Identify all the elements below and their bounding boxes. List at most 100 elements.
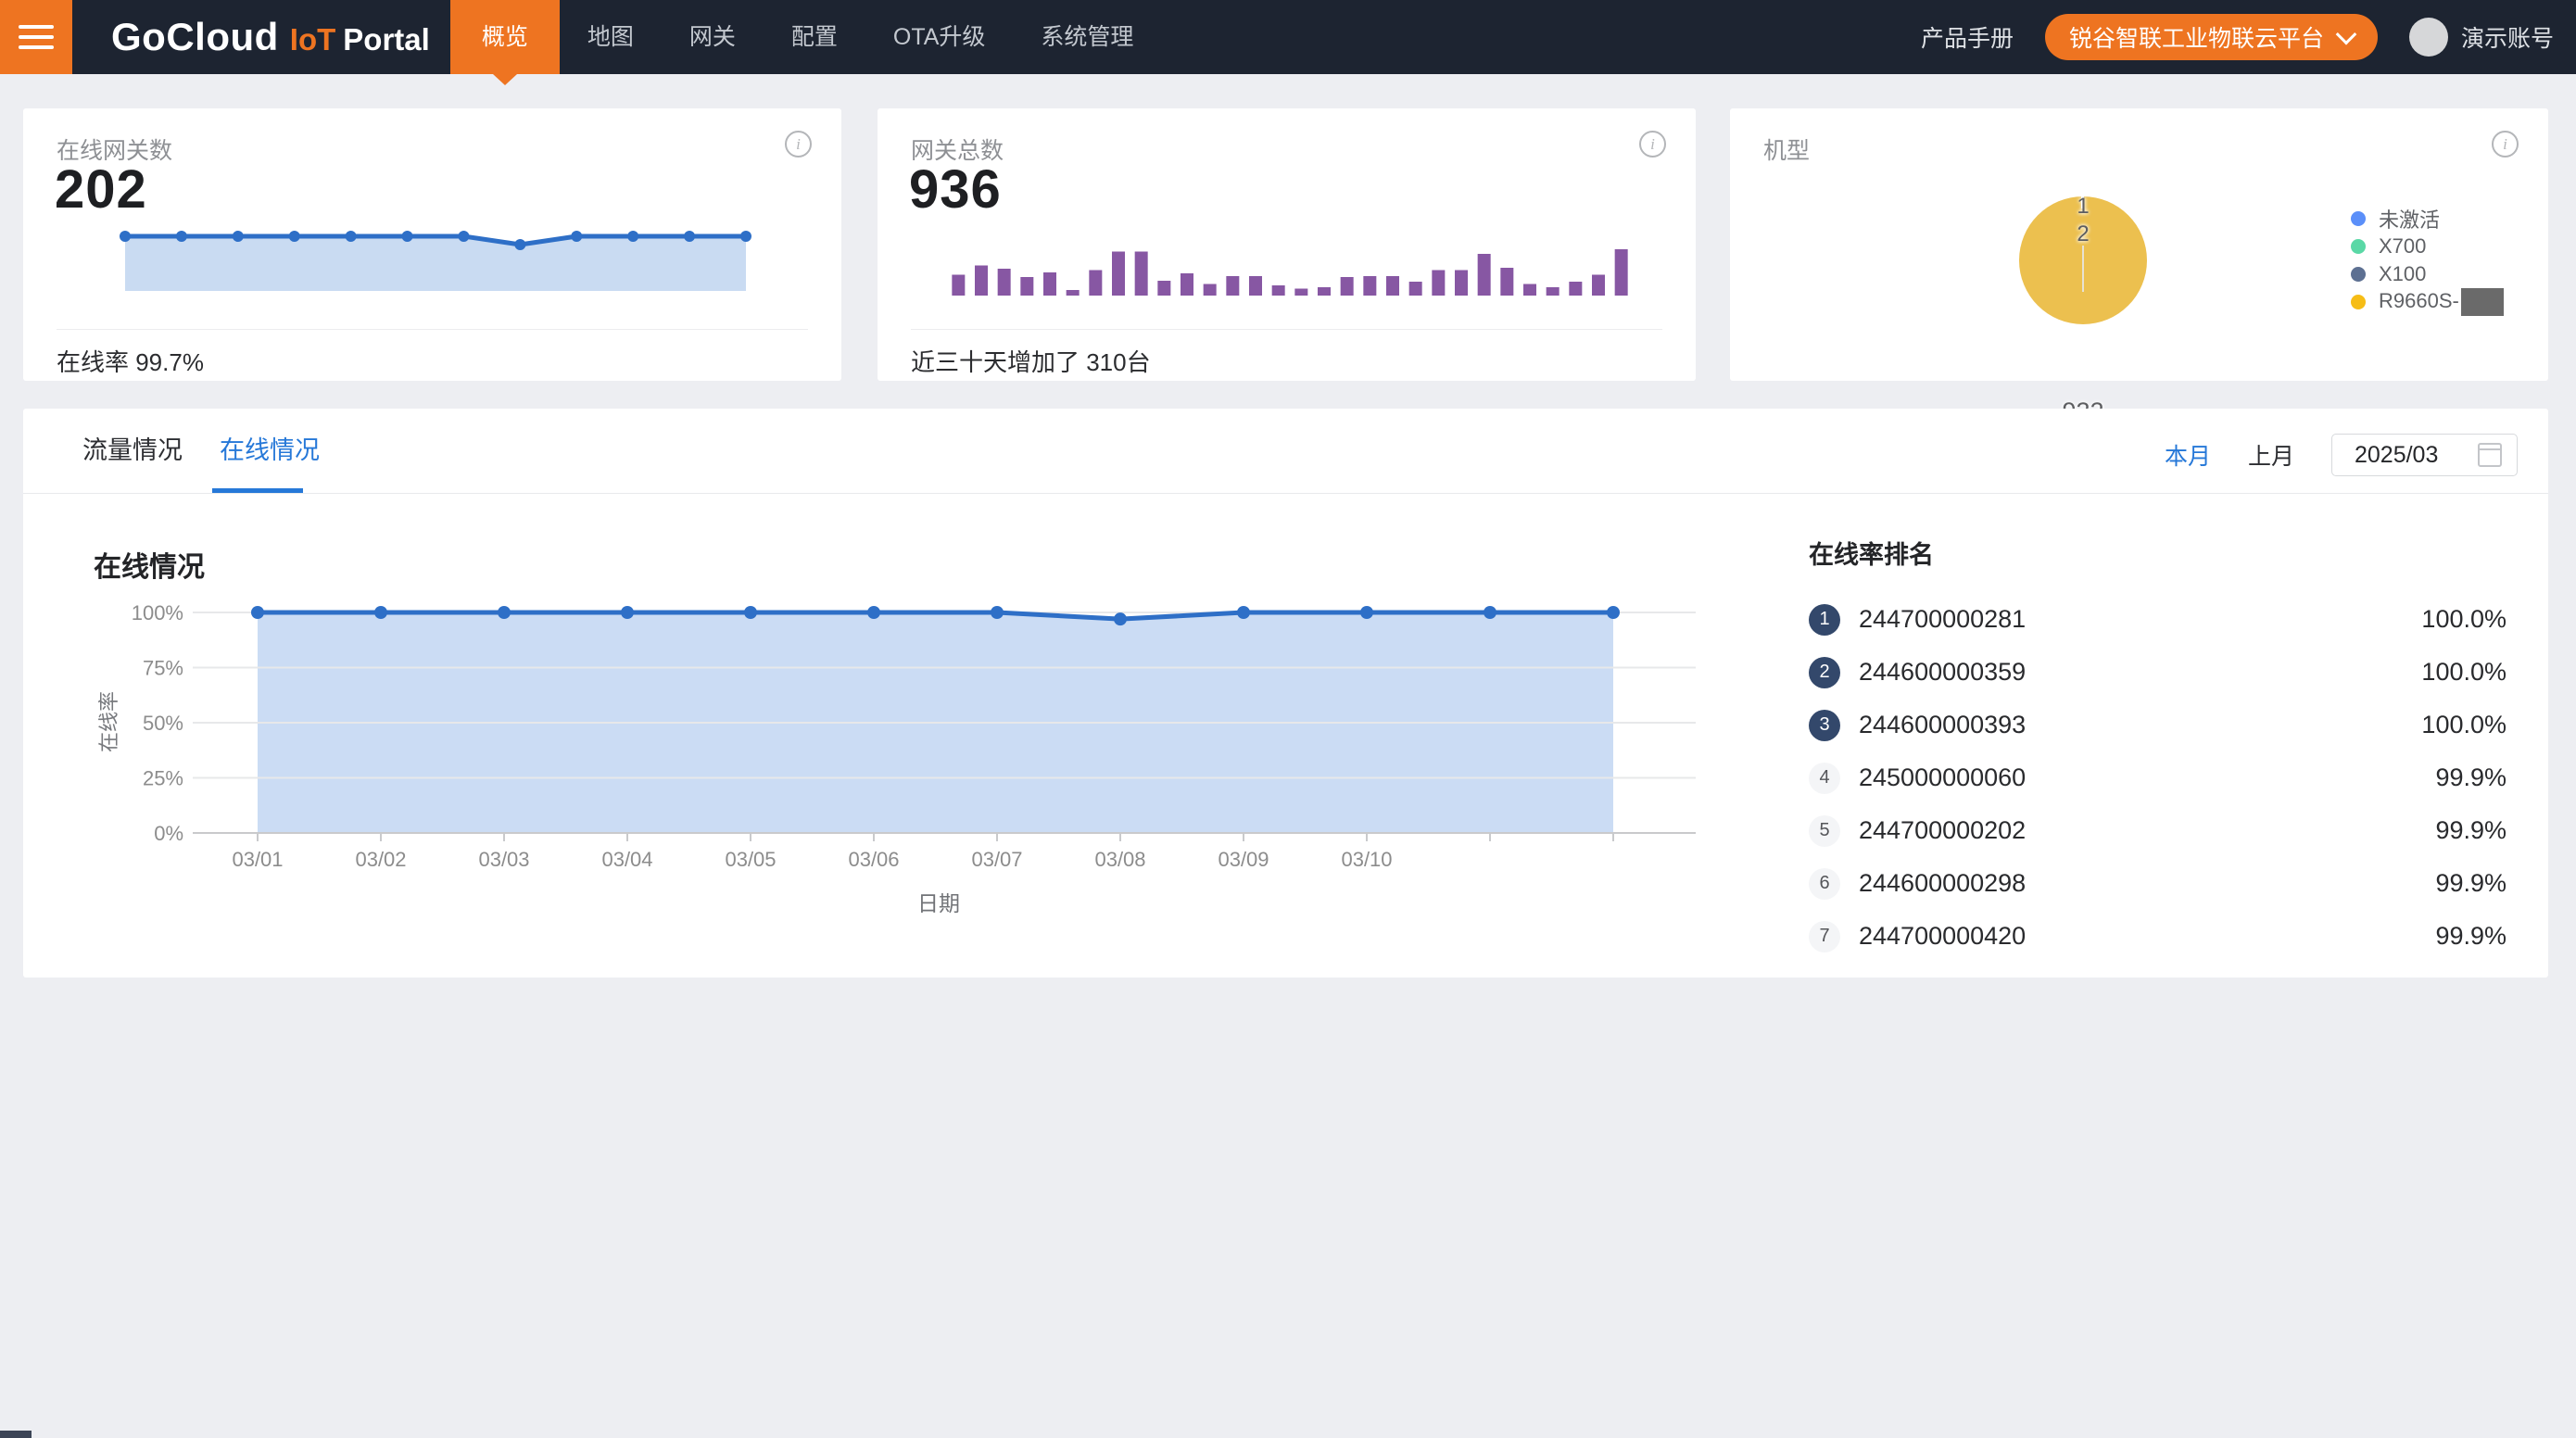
legend-label: 未激活: [2379, 204, 2440, 233]
legend-item: X700: [2351, 233, 2504, 260]
rank-badge: 5: [1809, 815, 1840, 847]
card-total-gateways: 网关总数 i 936 近三十天增加了 310台: [878, 108, 1696, 381]
svg-text:03/07: 03/07: [971, 848, 1022, 871]
serial-number: 244600000298: [1859, 869, 2026, 898]
divider: [911, 329, 1662, 330]
info-icon[interactable]: i: [2492, 131, 2519, 158]
month-picker-input[interactable]: 2025/03: [2331, 434, 2518, 476]
rank-badge: 1: [1809, 604, 1840, 636]
nav-item-system[interactable]: 系统管理: [1013, 0, 1161, 74]
svg-text:50%: 50%: [143, 712, 183, 735]
pie-label-top: 1: [2077, 194, 2089, 220]
card-online-gateways: 在线网关数 i 202 在线率 99.7%: [23, 108, 841, 381]
legend-label: X700: [2379, 234, 2426, 259]
card-title: 机型: [1763, 132, 1810, 166]
tab-traffic[interactable]: 流量情况: [82, 409, 183, 492]
ranking-rows: 1 244700000281 100.0% 2 244600000359 100…: [1809, 593, 2507, 963]
total-gateways-value: 936: [909, 158, 1002, 221]
period-this-month-button[interactable]: 本月: [2165, 438, 2211, 472]
online-rate-value: 99.9%: [2435, 763, 2507, 792]
ranking-row: 6 244600000298 99.9%: [1809, 857, 2507, 910]
hamburger-menu-icon[interactable]: [0, 0, 72, 74]
divider: [23, 493, 2548, 494]
logo-portal: Portal: [343, 22, 430, 57]
online-chart-title: 在线情况: [94, 544, 205, 585]
divider: [57, 329, 808, 330]
svg-text:03/04: 03/04: [601, 848, 652, 871]
serial-number: 244700000281: [1859, 605, 2026, 634]
topbar: GoCloud IoT Portal 概览 地图 网关 配置 OTA升级 系统管…: [0, 0, 2576, 74]
nav-item-gateway[interactable]: 网关: [662, 0, 764, 74]
topbar-right: 产品手册 锐谷智联工业物联云平台 演示账号: [1921, 14, 2554, 60]
platform-selector-button[interactable]: 锐谷智联工业物联云平台: [2045, 14, 2378, 60]
serial-number: 244700000202: [1859, 816, 2026, 845]
online-rate-value: 100.0%: [2421, 605, 2507, 634]
pie-legend: 未激活 X700 X100 R9660S-: [2351, 205, 2504, 316]
avatar[interactable]: [2409, 18, 2448, 57]
online-gateways-sparkline-chart: [116, 229, 755, 306]
pie-label-mid: 2: [2077, 221, 2089, 247]
x-axis-label: 日期: [917, 886, 960, 917]
ranking-title: 在线率排名: [1809, 535, 2507, 571]
period-controls: 本月 上月 2025/03: [2165, 434, 2518, 476]
info-icon[interactable]: i: [1639, 131, 1666, 158]
product-manual-link[interactable]: 产品手册: [1921, 20, 2014, 54]
legend-label: R9660S-: [2379, 288, 2504, 316]
online-rate-footer: 在线率 99.7%: [57, 344, 204, 378]
ranking-row: 7 244700000420 99.9%: [1809, 910, 2507, 963]
online-rate-value: 100.0%: [2421, 658, 2507, 687]
calendar-icon: [2478, 443, 2502, 467]
legend-dot: [2351, 239, 2366, 254]
panel-tabs: 流量情况 在线情况: [82, 409, 357, 492]
svg-text:25%: 25%: [143, 767, 183, 790]
legend-label: X100: [2379, 262, 2426, 286]
svg-text:03/02: 03/02: [355, 848, 406, 871]
total-growth-footer: 近三十天增加了 310台: [911, 344, 1151, 378]
month-picker-value: 2025/03: [2355, 442, 2478, 469]
svg-text:75%: 75%: [143, 657, 183, 680]
nav-item-ota[interactable]: OTA升级: [865, 0, 1014, 74]
svg-text:03/08: 03/08: [1094, 848, 1145, 871]
online-rate-value: 100.0%: [2421, 711, 2507, 739]
online-gateways-value: 202: [55, 158, 147, 221]
pie-leader-line: [2082, 246, 2084, 292]
serial-number: 245000000060: [1859, 763, 2026, 792]
logo-gocloud: GoCloud: [111, 15, 279, 59]
rank-badge: 6: [1809, 868, 1840, 900]
offscreen-element-corner: [0, 1431, 32, 1438]
rank-badge: 4: [1809, 763, 1840, 794]
ranking-row: 5 244700000202 99.9%: [1809, 804, 2507, 857]
main-nav: 概览 地图 网关 配置 OTA升级 系统管理: [450, 0, 1162, 74]
legend-dot: [2351, 295, 2366, 309]
serial-number: 244700000420: [1859, 922, 2026, 951]
svg-text:100%: 100%: [132, 601, 183, 624]
ranking-row: 4 245000000060 99.9%: [1809, 751, 2507, 804]
tab-online[interactable]: 在线情况: [220, 409, 320, 492]
svg-text:03/10: 03/10: [1341, 848, 1392, 871]
online-rate-value: 99.9%: [2435, 816, 2507, 845]
logo-iot: IoT: [290, 22, 335, 57]
legend-dot: [2351, 267, 2366, 282]
logo: GoCloud IoT Portal: [111, 15, 430, 59]
total-gateways-bar-chart: [947, 238, 1633, 302]
nav-item-overview[interactable]: 概览: [450, 0, 560, 74]
nav-item-config[interactable]: 配置: [764, 0, 865, 74]
period-last-month-button[interactable]: 上月: [2248, 438, 2294, 472]
account-name[interactable]: 演示账号: [2461, 20, 2554, 54]
legend-item: R9660S-: [2351, 288, 2504, 316]
overview-panel: 流量情况 在线情况 本月 上月 2025/03 在线情况 在线率 0%25%50…: [23, 409, 2548, 978]
legend-item: X100: [2351, 260, 2504, 288]
svg-text:03/05: 03/05: [725, 848, 776, 871]
serial-number: 244600000393: [1859, 711, 2026, 739]
legend-item: 未激活: [2351, 205, 2504, 233]
svg-text:03/03: 03/03: [478, 848, 529, 871]
rank-badge: 3: [1809, 710, 1840, 741]
nav-item-map[interactable]: 地图: [560, 0, 662, 74]
card-models: 机型 i 1 2 932 未激活 X700 X100 R9660S-: [1730, 108, 2548, 381]
rank-badge: 7: [1809, 921, 1840, 952]
info-icon[interactable]: i: [785, 131, 812, 158]
svg-text:03/01: 03/01: [232, 848, 283, 871]
rank-badge: 2: [1809, 657, 1840, 688]
ranking-row: 3 244600000393 100.0%: [1809, 699, 2507, 751]
online-rate-ranking: 在线率排名 1 244700000281 100.0% 2 2446000003…: [1809, 535, 2507, 963]
